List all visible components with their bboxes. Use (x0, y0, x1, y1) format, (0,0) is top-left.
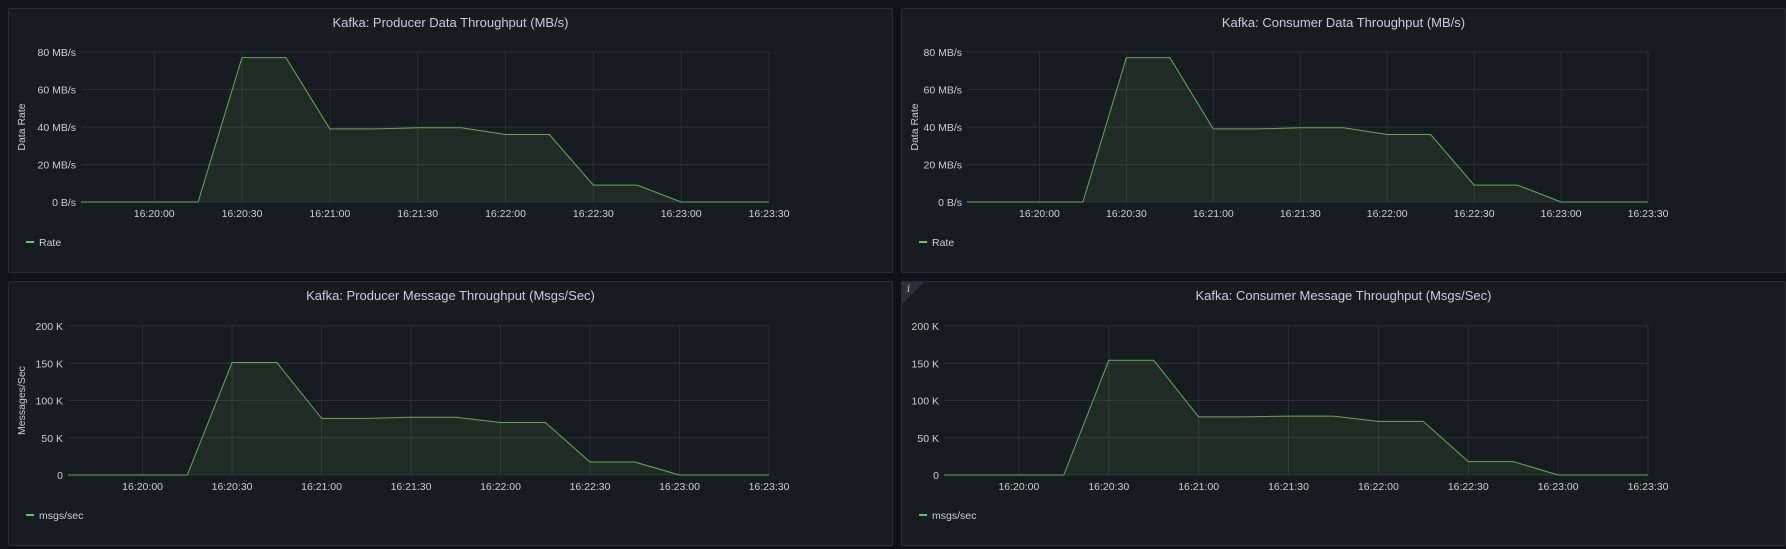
y-tick-label: 100 K (36, 396, 63, 408)
panel-producer-data-throughput: Kafka: Producer Data Throughput (MB/s) 0… (8, 8, 893, 273)
x-tick-label: 16:23:30 (1628, 208, 1669, 220)
x-tick-label: 16:23:30 (749, 481, 790, 493)
chart-consumer-message-throughput: 0 50 K 100 K 150 K 200 K 16:20:00 16:20:30 16:2… (912, 321, 1669, 522)
x-tick-label: 16:21:00 (309, 208, 350, 220)
x-tick-label: 16:22:00 (1367, 208, 1408, 220)
y-tick-label: 40 MB/s (923, 122, 962, 134)
x-tick-label: 16:22:30 (1454, 208, 1495, 220)
chart-producer-data-throughput: 0 B/s 20 MB/s 40 MB/s 60 MB/s 80 MB/s 16:20:0… (16, 47, 790, 249)
y-tick-label: 200 K (36, 321, 63, 333)
x-tick-label: 16:20:30 (1088, 481, 1129, 493)
series-area-fill (944, 360, 1648, 475)
y-axis-label: Data Rate (909, 103, 921, 150)
x-tick-label: 16:22:30 (1448, 481, 1489, 493)
x-tick-label: 16:23:00 (1538, 481, 1579, 493)
y-tick-label: 50 K (917, 433, 939, 445)
x-tick-label: 16:23:00 (659, 481, 700, 493)
x-tick-label: 16:21:00 (1178, 481, 1219, 493)
y-tick-label: 60 MB/s (37, 85, 76, 97)
series-area-fill (68, 362, 769, 475)
legend-label: Rate (39, 237, 61, 249)
x-tick-label: 16:21:30 (391, 481, 432, 493)
y-tick-label: 150 K (912, 358, 939, 370)
x-tick-label: 16:20:30 (1106, 208, 1147, 220)
x-tick-label: 16:21:30 (397, 208, 438, 220)
chart-producer-message-throughput: 0 50 K 100 K 150 K 200 K 16:20:00 16:20:30 16:2… (16, 321, 790, 522)
y-tick-label: 150 K (36, 358, 63, 370)
x-tick-label: 16:22:00 (1358, 481, 1399, 493)
y-tick-label: 80 MB/s (37, 47, 76, 59)
panel-producer-message-throughput: Kafka: Producer Message Throughput (Msgs… (8, 281, 893, 546)
x-tick-label: 16:21:30 (1268, 481, 1309, 493)
legend-label: msgs/sec (932, 510, 976, 522)
y-axis-label: Messages/Sec (16, 366, 28, 435)
panel-consumer-message-throughput: i Kafka: Consumer Message Throughput (Ms… (901, 281, 1786, 546)
x-tick-label: 16:20:00 (1019, 208, 1060, 220)
panel-consumer-data-throughput: Kafka: Consumer Data Throughput (MB/s) 0… (901, 8, 1786, 273)
y-tick-label: 0 (933, 470, 939, 482)
x-tick-label: 16:20:30 (222, 208, 263, 220)
legend-label: Rate (932, 237, 954, 249)
x-tick-label: 16:21:00 (301, 481, 342, 493)
y-tick-label: 20 MB/s (923, 160, 962, 172)
x-tick-label: 16:23:30 (749, 208, 790, 220)
legend-label: msgs/sec (39, 510, 83, 522)
series-area-fill (81, 57, 769, 202)
y-tick-label: 40 MB/s (37, 122, 76, 134)
y-tick-label: 0 B/s (938, 197, 962, 209)
x-tick-label: 16:20:00 (122, 481, 163, 493)
x-tick-label: 16:23:30 (1628, 481, 1669, 493)
y-tick-label: 100 K (912, 396, 939, 408)
y-tick-label: 60 MB/s (923, 85, 962, 97)
y-tick-label: 200 K (912, 321, 939, 333)
series-area-fill (967, 57, 1648, 202)
y-tick-label: 0 B/s (52, 197, 76, 209)
x-tick-label: 16:22:30 (570, 481, 611, 493)
x-tick-label: 16:23:00 (1541, 208, 1582, 220)
x-tick-label: 16:21:00 (1193, 208, 1234, 220)
x-tick-label: 16:22:00 (485, 208, 526, 220)
y-axis-label: Data Rate (16, 103, 28, 150)
chart-consumer-data-throughput: 0 B/s 20 MB/s 40 MB/s 60 MB/s 80 MB/s 16:20:0… (909, 47, 1669, 249)
y-tick-label: 50 K (41, 433, 63, 445)
x-tick-label: 16:20:00 (998, 481, 1039, 493)
x-tick-label: 16:23:00 (661, 208, 702, 220)
y-tick-label: 80 MB/s (923, 47, 962, 59)
y-tick-label: 0 (57, 470, 63, 482)
x-tick-label: 16:20:30 (212, 481, 253, 493)
x-tick-label: 16:22:30 (573, 208, 614, 220)
x-tick-label: 16:22:00 (480, 481, 521, 493)
y-tick-label: 20 MB/s (37, 160, 76, 172)
x-tick-label: 16:21:30 (1280, 208, 1321, 220)
x-tick-label: 16:20:00 (134, 208, 175, 220)
